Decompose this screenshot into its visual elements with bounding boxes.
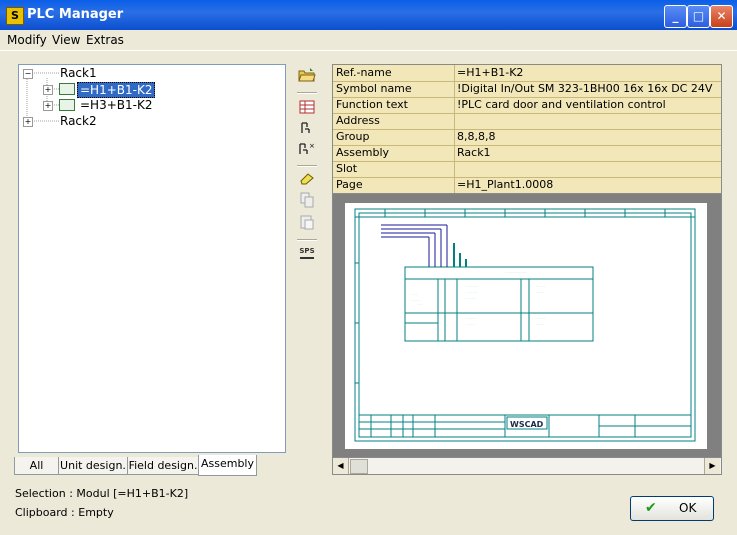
- app-icon: S: [6, 7, 24, 25]
- tab-unit-design[interactable]: Unit design.: [58, 457, 128, 475]
- property-row[interactable]: Symbol name !Digital In/Out SM 323-1BH00 …: [333, 81, 721, 98]
- property-value: !Digital In/Out SM 323-1BH00 16x 16x DC …: [457, 82, 713, 95]
- tree-expander-h3[interactable]: +: [43, 101, 53, 111]
- toolbar-separator: [297, 239, 317, 241]
- menu-view[interactable]: View: [52, 33, 80, 47]
- window-title: PLC Manager: [27, 7, 124, 22]
- property-row[interactable]: Page =H1_Plant1.0008: [333, 177, 721, 193]
- plug-multi-icon[interactable]: ××: [297, 141, 321, 159]
- schematic-drawing: ······················· ················…: [354, 208, 696, 442]
- property-value: !PLC card door and ventilation control: [457, 98, 666, 111]
- scroll-left-icon[interactable]: ◀: [333, 458, 349, 474]
- drawing-preview[interactable]: ······················· ······· ·········…: [332, 193, 722, 459]
- scroll-right-icon[interactable]: ▶: [704, 458, 720, 474]
- toolbar-separator: [297, 92, 317, 94]
- property-value: 8,8,8,8: [457, 130, 496, 143]
- eraser-icon[interactable]: [297, 170, 317, 188]
- close-button[interactable]: ✕: [710, 5, 733, 28]
- property-row[interactable]: Address: [333, 113, 721, 130]
- property-table: Ref.-name =H1+B1-K2 Symbol name !Digital I…: [332, 64, 722, 194]
- tree-node-h3-b1-k2[interactable]: =H3+B1-K2: [80, 98, 152, 112]
- property-key: Symbol name: [336, 82, 412, 95]
- selection-status: Selection : Modul [=H1+B1-K2]: [15, 487, 189, 500]
- property-key: Ref.-name: [336, 66, 392, 79]
- sps-label: SPS: [299, 247, 315, 255]
- open-folder-icon[interactable]: [297, 67, 317, 85]
- title-bar: S PLC Manager _ □ ✕: [0, 0, 737, 30]
- svg-text:···········: ···········: [535, 284, 546, 288]
- plug-icon[interactable]: [297, 120, 317, 138]
- property-row[interactable]: Slot: [333, 161, 721, 178]
- tree-node-h1-b1-k2[interactable]: =H1+B1-K2: [77, 82, 156, 98]
- property-value: =H1+B1-K2: [457, 66, 524, 79]
- svg-text:······: ······: [417, 302, 423, 306]
- svg-text:··········: ··········: [535, 290, 545, 294]
- paste-icon[interactable]: [297, 214, 317, 232]
- svg-text:··············: ··············: [465, 284, 478, 288]
- module-icon: [59, 99, 75, 111]
- minimize-button[interactable]: _: [664, 5, 687, 28]
- scroll-thumb[interactable]: [350, 459, 368, 474]
- table-icon[interactable]: [297, 99, 317, 117]
- svg-text:···········: ···········: [465, 316, 476, 320]
- svg-text:××: ××: [309, 142, 316, 150]
- tab-all[interactable]: All: [14, 457, 59, 475]
- drawing-page: ······················· ······· ·········…: [345, 203, 707, 449]
- svg-text:···········: ···········: [535, 316, 546, 320]
- property-key: Assembly: [336, 146, 390, 159]
- tree-expander-rack2[interactable]: +: [23, 117, 33, 127]
- svg-text:············: ············: [465, 296, 476, 300]
- tree-node-rack2[interactable]: Rack2: [60, 114, 97, 128]
- ok-label: OK: [679, 501, 697, 515]
- module-icon: [59, 83, 75, 95]
- tree-panel[interactable]: − Rack1 + =H1+B1-K2 + =H3+B1-K2 + Rack2: [18, 64, 286, 453]
- property-row[interactable]: Function text !PLC card door and ventilat…: [333, 97, 721, 114]
- tree-expander-rack1[interactable]: −: [23, 69, 33, 79]
- property-value: =H1_Plant1.0008: [457, 178, 554, 191]
- toolbar-separator: [297, 165, 317, 167]
- tree-expander-h1[interactable]: +: [43, 85, 53, 95]
- tab-assembly[interactable]: Assembly: [198, 455, 257, 476]
- property-key: Page: [336, 178, 363, 191]
- horizontal-scrollbar[interactable]: ◀ ▶: [332, 457, 722, 475]
- menu-bar: Modify View Extras: [0, 30, 737, 51]
- property-key: Function text: [336, 98, 408, 111]
- property-row[interactable]: Group 8,8,8,8: [333, 129, 721, 146]
- property-value: Rack1: [457, 146, 491, 159]
- svg-text:·······: ·······: [411, 292, 418, 296]
- svg-text:··············: ··············: [465, 290, 478, 294]
- svg-text:··········: ··········: [465, 322, 475, 326]
- sps-icon[interactable]: SPS: [297, 246, 317, 264]
- ok-button[interactable]: ✔ OK: [630, 496, 714, 521]
- tree-node-rack1[interactable]: Rack1: [60, 66, 97, 80]
- property-key: Group: [336, 130, 370, 143]
- property-key: Slot: [336, 162, 358, 175]
- menu-extras[interactable]: Extras: [86, 33, 124, 47]
- property-row[interactable]: Ref.-name =H1+B1-K2: [333, 65, 721, 82]
- svg-text:·········: ·········: [535, 322, 544, 326]
- clipboard-status: Clipboard : Empty: [15, 506, 114, 519]
- copy-icon[interactable]: [297, 192, 317, 210]
- wscad-logo: WSCAD: [510, 420, 544, 429]
- check-icon: ✔: [645, 500, 657, 516]
- property-row[interactable]: Assembly Rack1: [333, 145, 721, 162]
- maximize-button[interactable]: □: [687, 5, 710, 28]
- property-key: Address: [336, 114, 380, 127]
- svg-text:·······················: ·······················: [505, 270, 527, 274]
- tab-field-design[interactable]: Field design.: [127, 457, 199, 475]
- menu-modify[interactable]: Modify: [7, 33, 47, 47]
